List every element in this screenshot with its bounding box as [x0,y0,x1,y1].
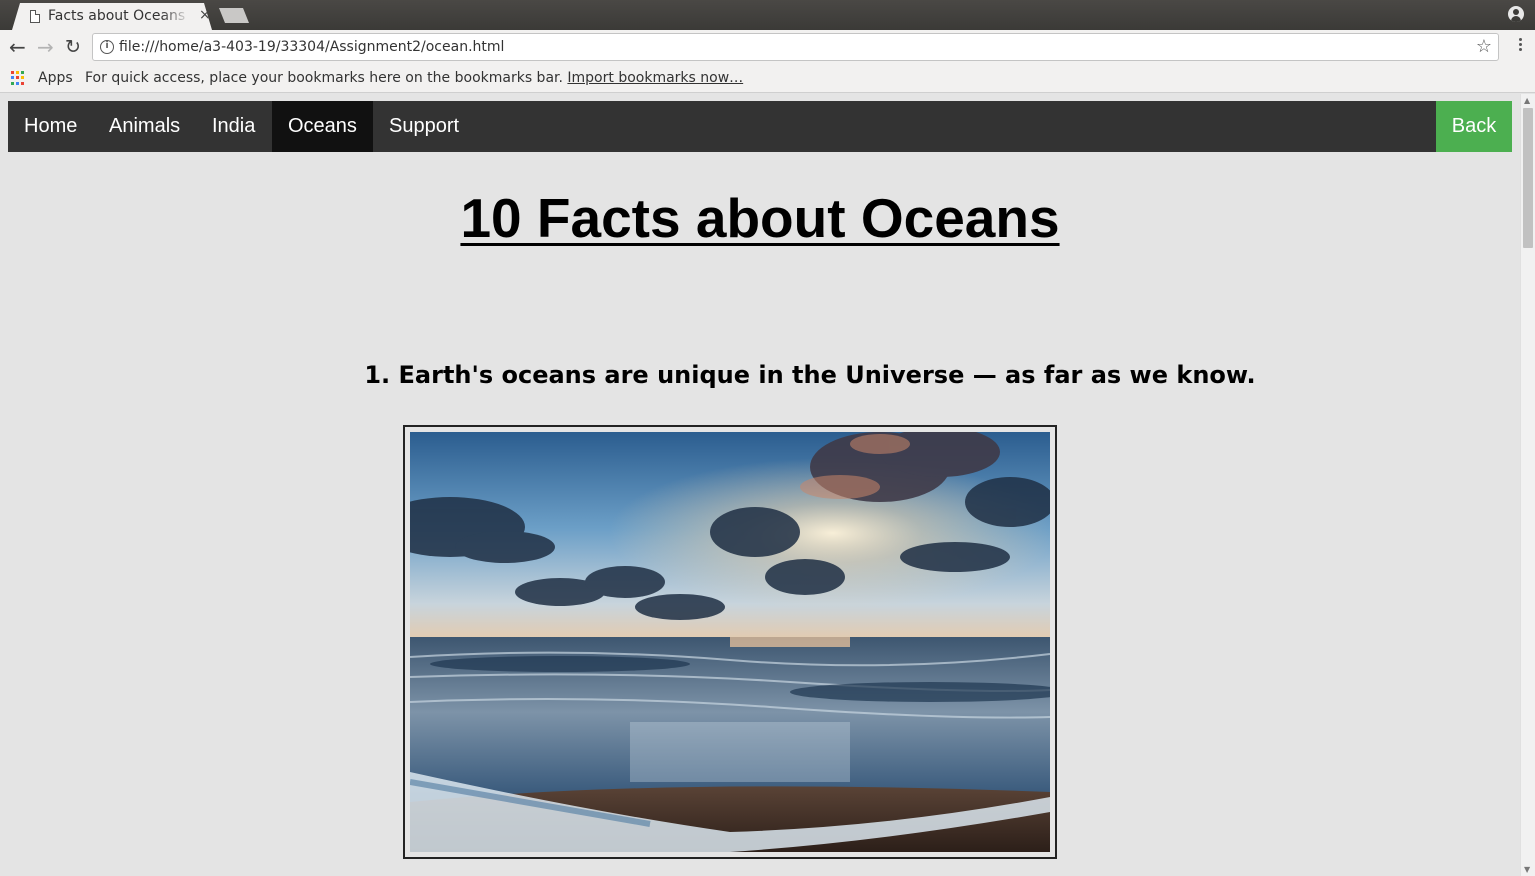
star-icon[interactable]: ☆ [1476,36,1492,57]
nav-oceans[interactable]: Oceans [272,101,373,152]
nav-home[interactable]: Home [8,101,93,152]
new-tab-button[interactable] [219,8,249,23]
browser-tab-active[interactable]: Facts about Oceans × [12,3,212,30]
kebab-menu-icon[interactable] [1519,38,1523,53]
tab-title: Facts about Oceans [48,8,186,24]
nav-india[interactable]: India [196,101,271,152]
page-scrollbar[interactable]: ▲ ▼ [1520,94,1535,876]
info-icon[interactable]: i [100,40,114,54]
profile-icon[interactable] [1508,6,1524,22]
bookmarks-hint-text: For quick access, place your bookmarks h… [85,70,563,86]
forward-arrow-icon[interactable]: → [37,36,54,58]
site-navbar: Home Animals India Oceans Support Back [8,101,1512,152]
bookmarks-hint: For quick access, place your bookmarks h… [85,70,743,86]
back-arrow-icon[interactable]: ← [9,36,26,58]
tab-close-icon[interactable]: × [199,7,211,23]
apps-grid-icon[interactable] [11,71,25,85]
browser-toolbar: ← → ↻ i file:///home/a3-403-19/33304/Ass… [0,30,1535,65]
page-title: 10 Facts about Oceans [460,187,1060,249]
browser-titlebar: Facts about Oceans × [0,0,1535,30]
scroll-down-icon[interactable]: ▼ [1524,865,1530,874]
ocean-photo-frame [403,425,1057,859]
page-viewport: Home Animals India Oceans Support Back 1… [0,94,1520,876]
reload-icon[interactable]: ↻ [65,36,81,58]
address-url[interactable]: file:///home/a3-403-19/33304/Assignment2… [119,39,504,55]
bookmarks-bar: Apps For quick access, place your bookma… [0,65,1535,93]
ocean-sunset-image [410,432,1050,852]
import-bookmarks-link[interactable]: Import bookmarks now… [567,70,743,86]
nav-support[interactable]: Support [373,101,475,152]
scroll-thumb[interactable] [1523,108,1533,248]
ocean-photo [410,432,1050,852]
apps-link[interactable]: Apps [38,70,73,86]
document-icon [30,10,40,23]
fact-heading-1: 1. Earth's oceans are unique in the Univ… [364,361,1256,389]
scroll-up-icon[interactable]: ▲ [1524,96,1530,105]
back-button[interactable]: Back [1436,101,1512,152]
address-bar[interactable]: i file:///home/a3-403-19/33304/Assignmen… [92,33,1499,61]
nav-animals[interactable]: Animals [93,101,196,152]
